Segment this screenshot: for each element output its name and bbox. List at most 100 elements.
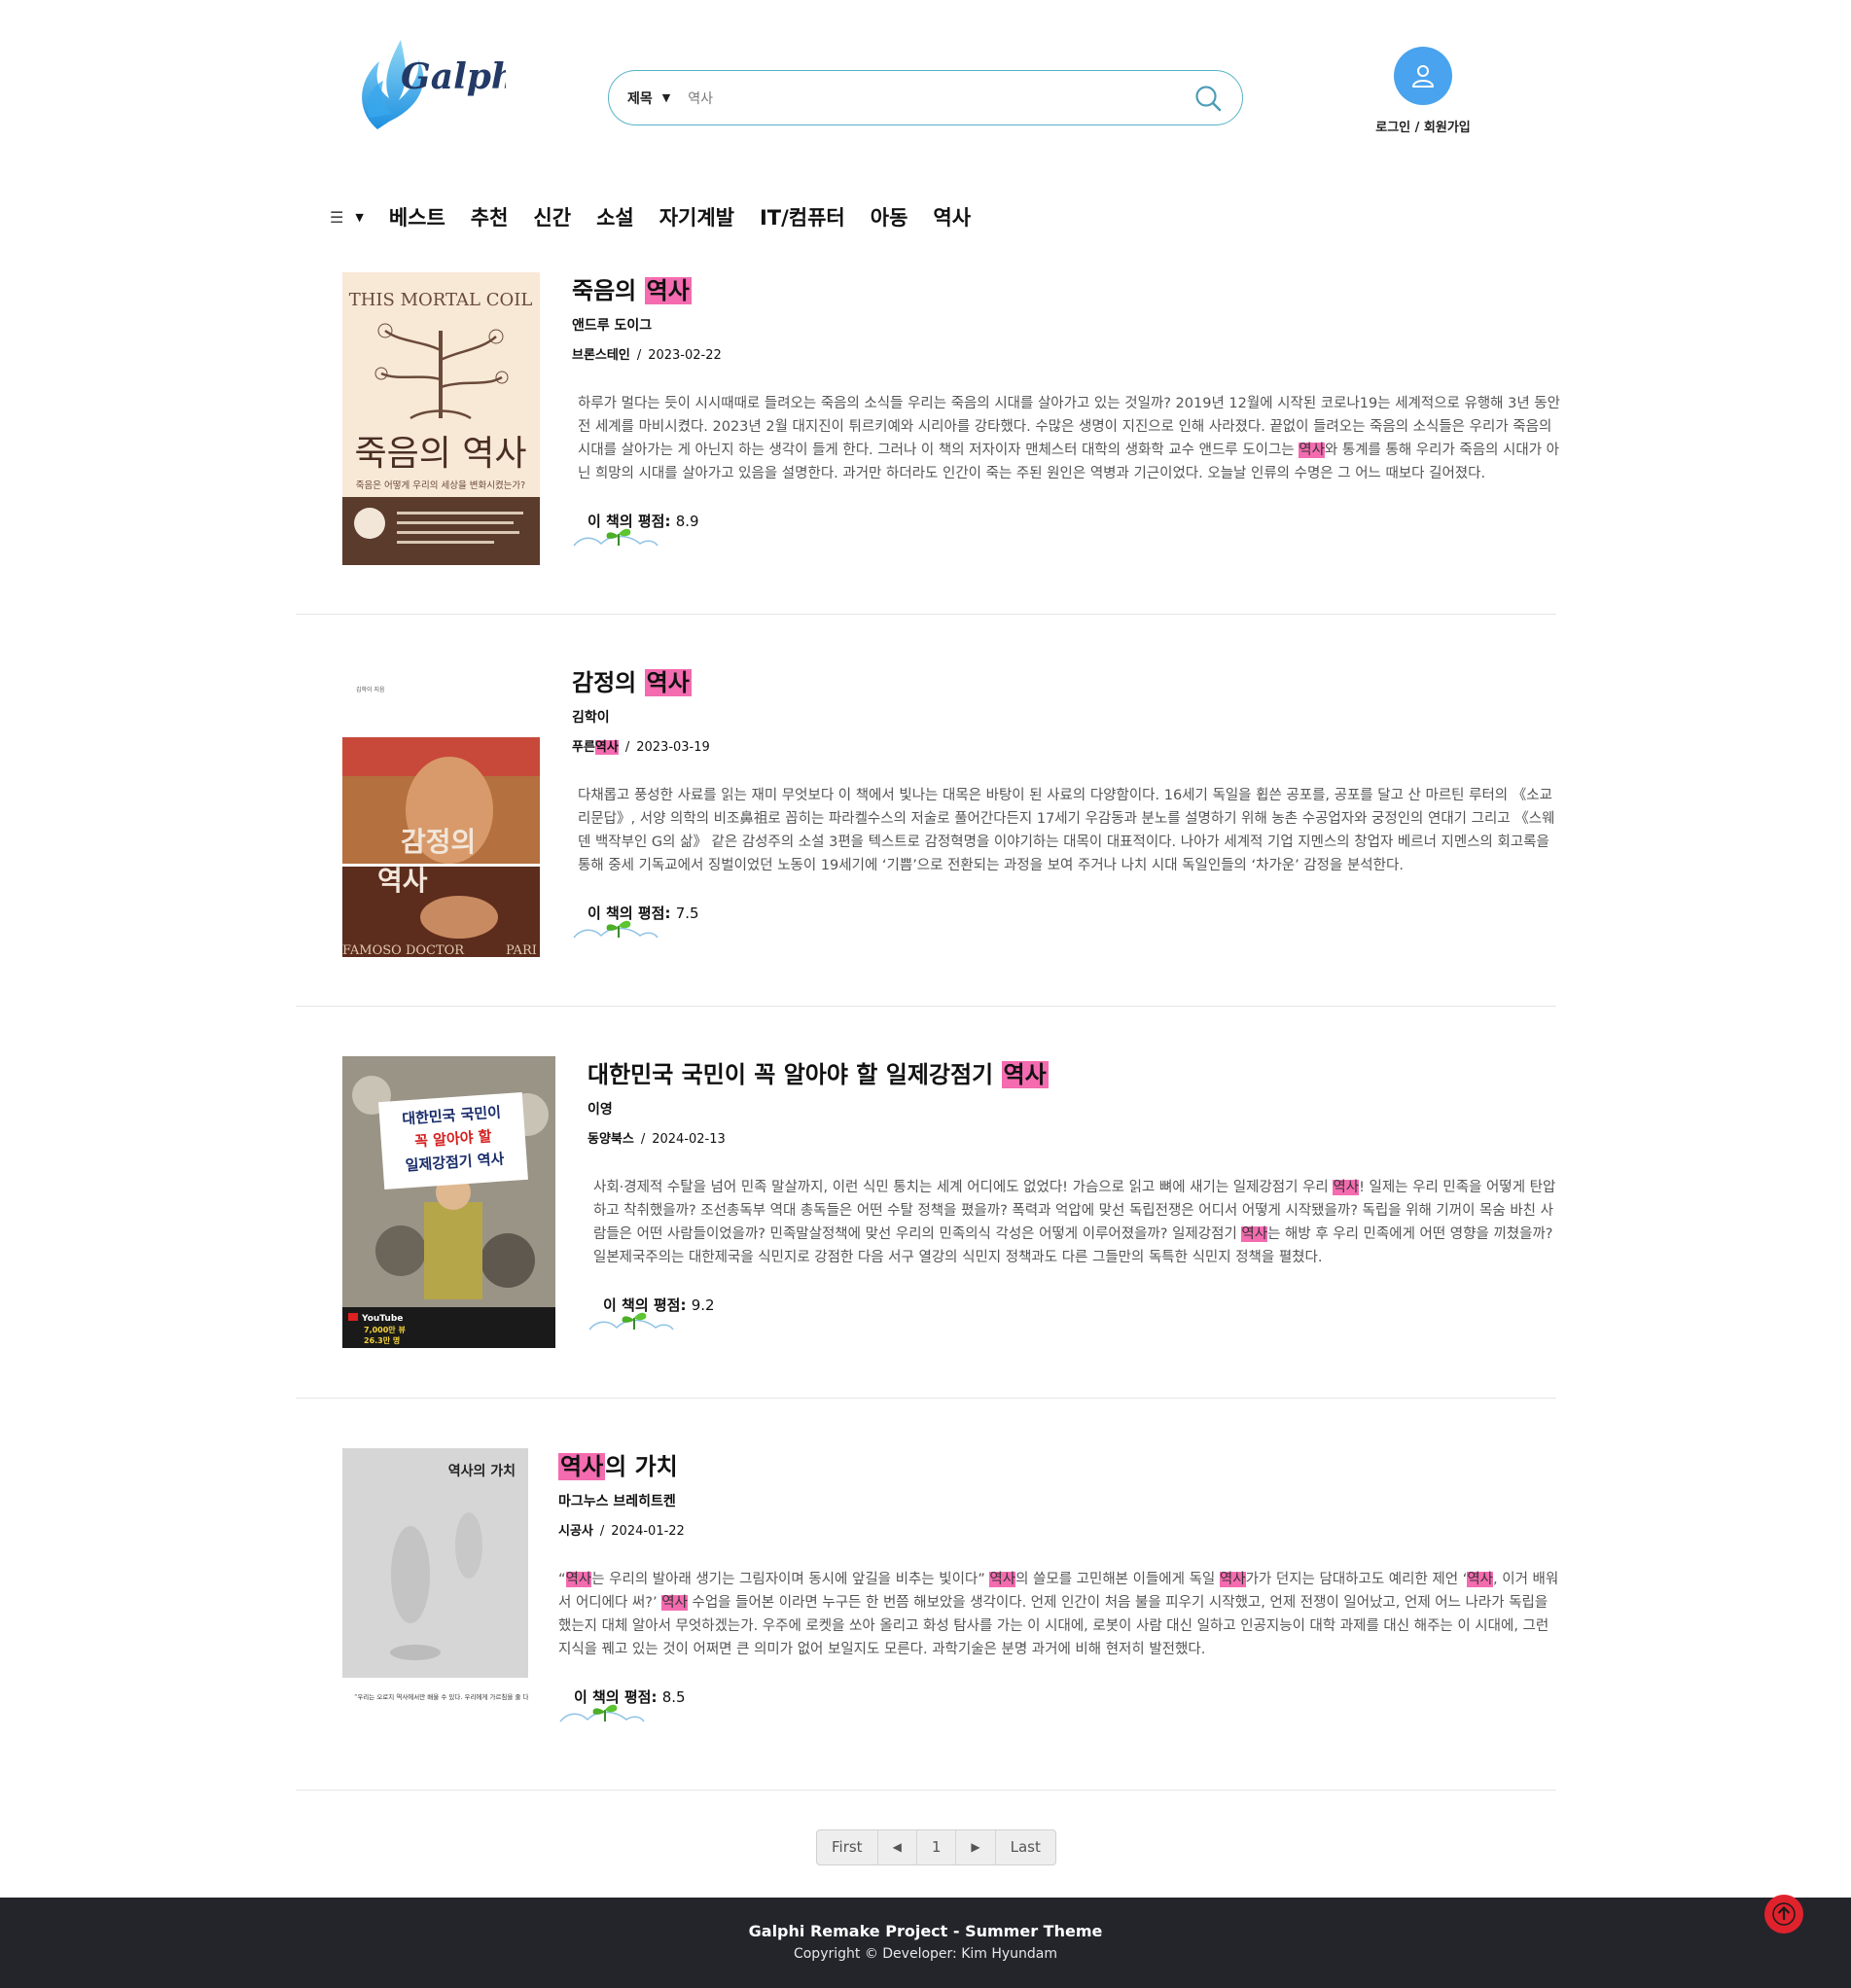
nav-item-best[interactable]: 베스트 [389, 202, 445, 231]
svg-text:김학이 지음: 김학이 지음 [356, 686, 385, 693]
arrow-up-icon [1772, 1902, 1796, 1926]
pagination: First ◀ 1 ▶ Last [816, 1829, 1056, 1865]
rating-label: 이 책의 평점: [574, 1688, 658, 1706]
site-logo[interactable]: Galphi [350, 32, 530, 141]
search-bar: 제목 ▼ [608, 70, 1243, 125]
page-number-button[interactable]: 1 [917, 1830, 957, 1864]
svg-text:7,000만 뷰: 7,000만 뷰 [364, 1325, 406, 1334]
book-info: 죽음의 역사 앤드루 도이그 브론스테인/2023-02-22 하루가 멀다는 … [572, 272, 1562, 547]
svg-text:YouTube: YouTube [361, 1314, 403, 1324]
book-publisher: 동양북스 [587, 1132, 634, 1147]
book-cover-art: 역사의 가치 “우리는 오로지 역사에서만 배울 수 있다. 우리에게 가르침을… [342, 1448, 528, 1740]
login-signup-button[interactable]: 로그인 / 회원가입 [1370, 47, 1477, 135]
book-rating: 이 책의 평점: 8.9 [572, 511, 718, 547]
book-author: 마그누스 브레히트켄 [558, 1494, 676, 1509]
book-publisher-row: 브론스테인/2023-02-22 [572, 348, 722, 363]
nav-item-novel[interactable]: 소설 [596, 202, 634, 231]
book-date: 2023-03-19 [636, 740, 710, 755]
book-title[interactable]: 역사의 가치 [558, 1448, 1560, 1485]
keyword-highlight: 역사 [661, 1595, 688, 1611]
search-button[interactable] [1192, 83, 1224, 114]
description-text: 는 우리의 발아래 생기는 그림자이며 동시에 앞길을 비추는 빛이다” [591, 1572, 990, 1587]
svg-text:감정의: 감정의 [401, 826, 476, 858]
category-nav: ☰ ▼ 베스트 추천 신간 소설 자기계발 IT/컴퓨터 아동 역사 [330, 199, 996, 234]
page-prev-button[interactable]: ◀ [878, 1830, 917, 1864]
svg-text:역사의 가치: 역사의 가치 [448, 1463, 516, 1479]
keyword-highlight: 역사 [1333, 1180, 1360, 1195]
svg-text:역사: 역사 [377, 865, 428, 897]
book-title[interactable]: 죽음의 역사 [572, 272, 1562, 309]
book-title[interactable]: 감정의 역사 [572, 664, 1562, 701]
book-publisher: 푸른 [572, 740, 595, 755]
svg-text:FAMOSO DOCTOR: FAMOSO DOCTOR [342, 943, 465, 957]
caret-down-icon: ▼ [355, 210, 364, 224]
svg-text:죽음의 역사: 죽음의 역사 [354, 434, 526, 474]
keyword-highlight: 역사 [1467, 1572, 1494, 1587]
book-item: 역사의 가치 “우리는 오로지 역사에서만 배울 수 있다. 우리에게 가르침을… [296, 1438, 1558, 1791]
search-field-label: 제목 [627, 90, 653, 107]
page-next-button[interactable]: ▶ [956, 1830, 996, 1864]
book-item: THIS MORTAL COIL 죽음의 역사 죽음은 어떻게 우리의 세상을 … [296, 263, 1560, 615]
svg-text:THIS MORTAL COIL: THIS MORTAL COIL [349, 290, 533, 310]
nav-item-recommend[interactable]: 추천 [471, 202, 509, 231]
nav-item-self-help[interactable]: 자기계발 [659, 202, 734, 231]
scroll-to-top-button[interactable] [1764, 1895, 1803, 1934]
book-rating: 이 책의 평점: 9.2 [587, 1295, 733, 1331]
book-publisher-row: 시공사/2024-01-22 [558, 1524, 685, 1539]
site-footer: Galphi Remake Project - Summer Theme Cop… [0, 1898, 1851, 1988]
rating-label: 이 책의 평점: [587, 905, 671, 922]
svg-text:“우리는 오로지 역사에서만 배울 수 있다. 우리에게 가: “우리는 오로지 역사에서만 배울 수 있다. 우리에게 가르침을 줄 다른 것… [354, 1692, 528, 1701]
search-icon [1195, 85, 1222, 111]
search-input[interactable] [688, 89, 1192, 106]
page-last-button[interactable]: Last [996, 1830, 1055, 1864]
search-field-select[interactable]: 제목 ▼ [627, 89, 670, 108]
chevron-down-icon: ▼ [661, 91, 671, 104]
book-date: 2024-02-13 [652, 1132, 726, 1147]
book-date: 2024-01-22 [611, 1524, 685, 1539]
description-text: 수업을 들어본 이라면 누구든 한 번쯤 해보았을 생각이다. 언제 인간이 처… [558, 1595, 1549, 1657]
keyword-highlight: 역사 [565, 1572, 592, 1587]
book-title-highlight: 역사 [644, 277, 692, 304]
rating-value: 8.5 [661, 1688, 686, 1706]
book-description: 사회·경제적 수탈을 넘어 민족 말살까지, 이런 식민 통치는 세계 어디에도… [593, 1176, 1560, 1269]
book-title-text: 감정의 [572, 669, 645, 696]
book-info: 대한민국 국민이 꼭 알아야 할 일제강점기 역사 이영 동양북스/2024-0… [587, 1056, 1560, 1331]
svg-text:PARI: PARI [506, 943, 537, 957]
login-signup-label: 로그인 / 회원가입 [1375, 121, 1471, 135]
book-cover[interactable]: 대한민국 국민이 꼭 알아야 할 일제강점기 역사 YouTube 7,000만… [342, 1056, 555, 1348]
nav-item-new[interactable]: 신간 [533, 202, 571, 231]
book-cover[interactable]: 김학이 지음 감정의 역사 FAMOSO DOCTOR PARI [342, 664, 540, 957]
book-info: 역사의 가치 마그누스 브레히트켄 시공사/2024-01-22 “역사는 우리… [558, 1448, 1560, 1722]
user-avatar[interactable] [1394, 47, 1452, 105]
book-publisher-row: 동양북스/2024-02-13 [587, 1132, 726, 1147]
svg-text:26.3만 명: 26.3만 명 [364, 1335, 400, 1345]
book-description: 다채롭고 풍성한 사료를 읽는 재미 무엇보다 이 책에서 빛나는 대목은 바탕… [578, 784, 1562, 877]
page-first-button[interactable]: First [817, 1830, 878, 1864]
book-publisher: 브론스테인 [572, 348, 630, 363]
svg-text:죽음은 어떻게 우리의 세상을 변화시켰는가?: 죽음은 어떻게 우리의 세상을 변화시켰는가? [356, 479, 525, 491]
description-text: 가가 던지는 담대하고도 예리한 제언 ‘ [1245, 1572, 1468, 1587]
book-cover[interactable]: 역사의 가치 “우리는 오로지 역사에서만 배울 수 있다. 우리에게 가르침을… [342, 1448, 528, 1740]
keyword-highlight: 역사 [989, 1572, 1016, 1587]
nav-item-it-computer[interactable]: IT/컴퓨터 [760, 202, 845, 231]
book-rating: 이 책의 평점: 8.5 [558, 1686, 704, 1722]
description-text: 다채롭고 풍성한 사료를 읽는 재미 무엇보다 이 책에서 빛나는 대목은 바탕… [578, 788, 1555, 873]
book-title-highlight: 역사 [1001, 1061, 1049, 1088]
keyword-highlight: 역사 [1241, 1226, 1268, 1242]
book-title-text-end: 의 가치 [605, 1453, 678, 1480]
book-title-highlight: 역사 [558, 1453, 606, 1480]
book-description: “역사는 우리의 발아래 생기는 그림자이며 동시에 앞길을 비추는 빛이다” … [558, 1568, 1560, 1661]
rating-label: 이 책의 평점: [587, 513, 671, 530]
hamburger-icon: ☰ [330, 207, 344, 227]
book-author: 앤드루 도이그 [572, 318, 653, 334]
logo-icon: Galphi [362, 40, 530, 129]
book-item: 대한민국 국민이 꼭 알아야 할 일제강점기 역사 YouTube 7,000만… [296, 1047, 1556, 1399]
book-title[interactable]: 대한민국 국민이 꼭 알아야 할 일제강점기 역사 [587, 1056, 1560, 1093]
book-cover[interactable]: THIS MORTAL COIL 죽음의 역사 죽음은 어떻게 우리의 세상을 … [342, 272, 540, 565]
rating-value: 8.9 [675, 513, 699, 530]
category-menu-toggle[interactable]: ☰ ▼ [330, 208, 364, 227]
nav-item-history[interactable]: 역사 [933, 202, 971, 231]
description-text: “ [558, 1572, 566, 1587]
rating-value: 9.2 [691, 1296, 715, 1314]
nav-item-kids[interactable]: 아동 [871, 202, 908, 231]
